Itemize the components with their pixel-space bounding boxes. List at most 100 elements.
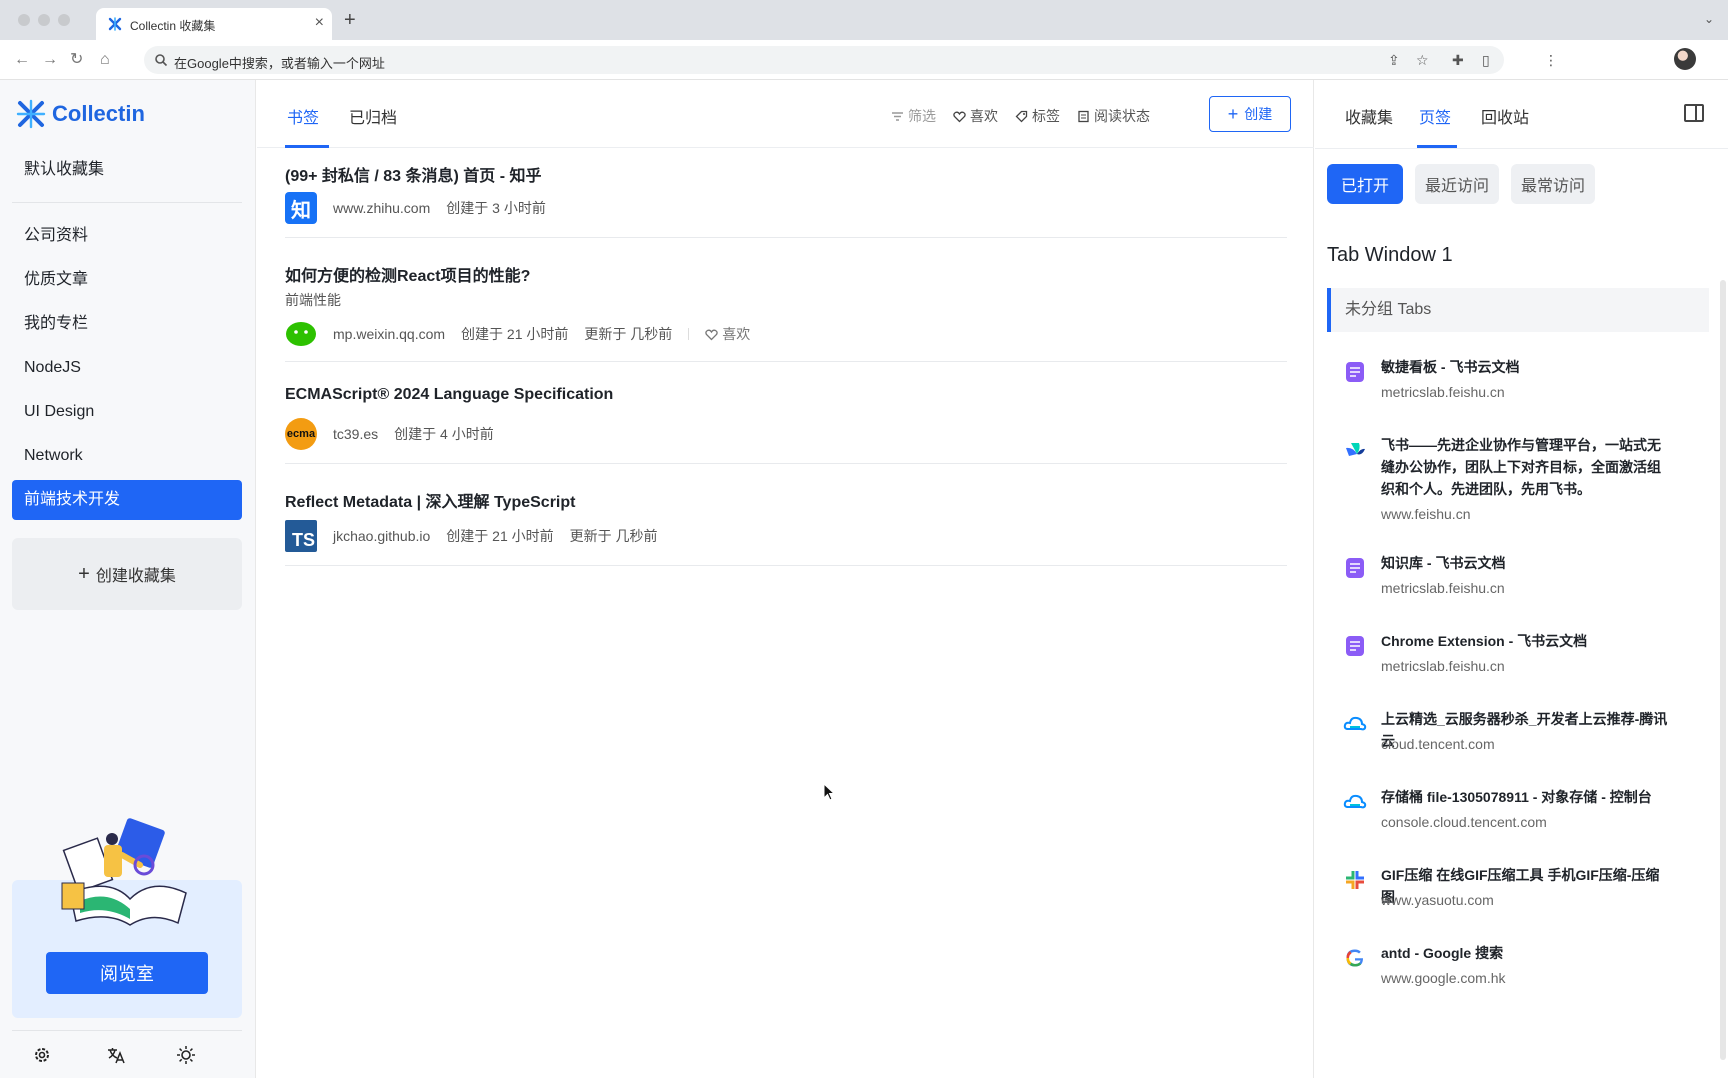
search-icon [155,54,168,67]
collectin-logo-icon [16,99,46,129]
address-bar[interactable]: 在Google中搜索，或者输入一个网址 [144,46,1504,74]
bookmark-title[interactable]: Reflect Metadata | 深入理解 TypeScript [285,488,575,512]
bookmark-description: 前端性能 [285,292,341,308]
open-tab-domain: metricslab.feishu.cn [1381,384,1505,400]
bookmark-title[interactable]: ECMAScript® 2024 Language Specification [285,386,613,404]
right-panel: 收藏集 页签 回收站 已打开 最近访问 最常访问 Tab Window 1 未分… [1315,80,1728,1078]
heart-icon [953,111,966,122]
open-tab-item[interactable]: 敏捷看板 - 飞书云文档 metricslab.feishu.cn [1343,356,1673,412]
address-bar-placeholder: 在Google中搜索，或者输入一个网址 [174,56,385,71]
sidebar-item-default[interactable]: 默认收藏集 [12,150,242,190]
zhihu-icon: 知 [285,192,317,224]
open-tab-item[interactable]: antd - Google 搜索 www.google.com.hk [1343,942,1673,998]
back-icon[interactable]: ← [14,50,30,70]
bookmark-star-icon[interactable]: ☆ [1416,50,1429,70]
ecma-icon: ecma [285,418,317,450]
pill-opened[interactable]: 已打开 [1327,164,1403,204]
google-icon [1346,949,1363,967]
pill-frequent[interactable]: 最常访问 [1511,164,1595,204]
like-filter-button[interactable]: 喜欢 [953,106,998,126]
sidebar-item-frontend[interactable]: 前端技术开发 [12,480,242,520]
window-minimize-button[interactable] [38,14,50,26]
bookmark-domain: www.zhihu.com [333,200,431,216]
browser-tab[interactable]: Collectin 收藏集 × [96,8,332,40]
close-tab-icon[interactable]: × [315,14,324,32]
sidebar-item-company[interactable]: 公司资料 [12,216,242,256]
tab-archived[interactable]: 已归档 [349,104,397,128]
bookmark-created: 创建于 21 小时前 [446,528,554,544]
settings-gear-icon[interactable] [32,1045,52,1065]
more-menu-icon[interactable]: ⋮ [1544,50,1558,70]
sidebar-item-articles[interactable]: 优质文章 [12,260,242,300]
tab-recycle-bin[interactable]: 回收站 [1481,104,1529,128]
bookmark-meta: mp.weixin.qq.com 创建于 21 小时前 更新于 几秒前 喜欢 [285,318,750,350]
create-label: 创建 [1244,106,1273,122]
bookmark-item[interactable]: Reflect Metadata | 深入理解 TypeScript TS jk… [285,464,1287,566]
bookmark-meta: ecma tc39.es 创建于 4 小时前 [285,418,510,450]
window-zoom-button[interactable] [58,14,70,26]
open-tab-domain: www.yasuotu.com [1381,892,1494,908]
heart-icon [705,329,719,340]
open-tab-item[interactable]: Chrome Extension - 飞书云文档 metricslab.feis… [1343,630,1673,686]
sidebar-item-network[interactable]: Network [12,436,242,476]
open-tab-item[interactable]: 上云精选_云服务器秒杀_开发者上云推荐-腾讯云 cloud.tencent.co… [1343,708,1673,764]
open-tab-item[interactable]: 存储桶 file-1305078911 - 对象存储 - 控制台 console… [1343,786,1673,842]
home-icon[interactable]: ⌂ [100,50,110,70]
bookmark-title[interactable]: 如何方便的检测React项目的性能? [285,262,530,286]
sidebar-item-column[interactable]: 我的专栏 [12,304,242,344]
open-tab-item[interactable]: GIF压缩 在线GIF压缩工具 手机GIF压缩-压缩图 www.yasuotu.… [1343,864,1673,920]
plus-icon: + [1227,103,1239,124]
extensions-icon[interactable]: ✚ [1452,50,1464,70]
filter-button[interactable]: 筛选 [891,106,936,126]
open-tab-domain: www.feishu.cn [1381,506,1471,522]
open-tab-item[interactable]: 知识库 - 飞书云文档 metricslab.feishu.cn [1343,552,1673,608]
yasuotu-icon [1346,871,1364,889]
translate-icon[interactable] [106,1045,126,1065]
share-icon[interactable]: ⇪ [1388,50,1400,70]
brand-logo[interactable]: Collectin [16,98,145,130]
bookmark-domain: mp.weixin.qq.com [333,326,446,342]
like-label: 喜欢 [970,108,998,124]
open-tab-title: 飞书——先进企业协作与管理平台，一站式无缝办公协作，团队上下对齐目标，全面激活组… [1381,437,1661,497]
read-status-button[interactable]: 阅读状态 [1077,106,1150,126]
bookmark-item[interactable]: ECMAScript® 2024 Language Specification … [285,362,1287,464]
sidebar-footer-divider [12,1030,242,1031]
open-tab-title: 知识库 - 飞书云文档 [1381,555,1506,571]
pill-recent[interactable]: 最近访问 [1415,164,1499,204]
meta-divider [688,328,690,340]
tab-collections[interactable]: 收藏集 [1345,104,1393,128]
theme-sun-icon[interactable] [176,1045,196,1065]
tab-page-tabs[interactable]: 页签 [1419,104,1451,128]
create-bookmark-button[interactable]: + 创建 [1209,96,1291,132]
bookmark-domain: tc39.es [333,426,379,442]
side-panel-icon[interactable]: ▯ [1482,50,1490,70]
bookmark-created: 创建于 4 小时前 [394,426,494,442]
reload-icon[interactable]: ↻ [70,50,83,70]
reading-room-button[interactable]: 阅览室 [46,952,208,994]
bookmark-item[interactable]: (99+ 封私信 / 83 条消息) 首页 - 知乎 知 www.zhihu.c… [285,148,1287,238]
chevron-down-icon[interactable]: ⌄ [1704,12,1714,26]
bookmark-item[interactable]: 如何方便的检测React项目的性能? 前端性能 mp.weixin.qq.com… [285,238,1287,362]
tab-group-header[interactable]: 未分组 Tabs [1327,288,1709,332]
tab-bookmarks[interactable]: 书签 [287,104,319,128]
collection-list: 公司资料 优质文章 我的专栏 NodeJS UI Design Network … [12,216,242,524]
filter-label: 筛选 [908,108,936,124]
sidebar-item-ui-design[interactable]: UI Design [12,392,242,432]
forward-icon[interactable]: → [42,50,58,70]
tags-filter-button[interactable]: 标签 [1015,106,1060,126]
panel-toggle-icon[interactable] [1684,104,1704,122]
bookmark-title[interactable]: (99+ 封私信 / 83 条消息) 首页 - 知乎 [285,162,542,186]
scrollbar[interactable] [1720,280,1726,1060]
open-tab-item[interactable]: 飞书——先进企业协作与管理平台，一站式无缝办公协作，团队上下对齐目标，全面激活组… [1343,434,1673,534]
profile-avatar[interactable] [1674,48,1696,70]
window-close-button[interactable] [18,14,30,26]
create-collection-button[interactable]: + 创建收藏集 [12,538,242,610]
brand-name: Collectin [52,101,145,126]
create-collection-label: 创建收藏集 [95,568,176,585]
mouse-cursor-icon [823,783,835,801]
app-root: Collectin 默认收藏集 公司资料 优质文章 我的专栏 NodeJS UI… [0,80,1728,1078]
bookmark-like-button[interactable]: 喜欢 [705,324,750,344]
bookmark-updated: 更新于 几秒前 [584,326,673,342]
new-tab-button[interactable]: + [344,10,356,30]
sidebar-item-nodejs[interactable]: NodeJS [12,348,242,388]
